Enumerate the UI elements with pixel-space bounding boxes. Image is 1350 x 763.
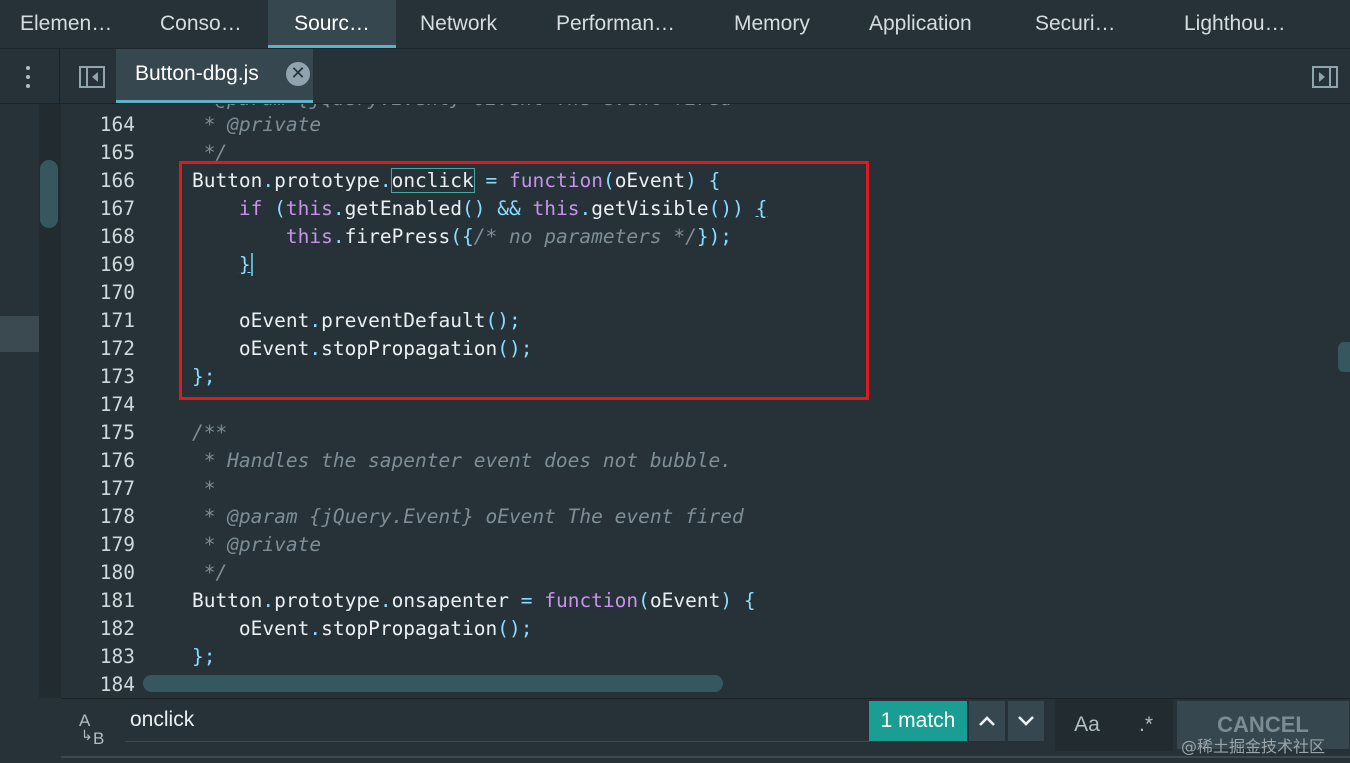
watermark: @稀土掘金技术社区 bbox=[1181, 737, 1326, 756]
line-number[interactable]: 182 bbox=[61, 615, 135, 643]
horizontal-scrollbar-thumb[interactable] bbox=[143, 675, 723, 692]
line-number[interactable]: 166 bbox=[61, 167, 135, 195]
line-number[interactable]: 174 bbox=[61, 391, 135, 419]
vertical-scrollbar-thumb[interactable] bbox=[1338, 342, 1350, 372]
tab-memory[interactable]: Memory bbox=[734, 0, 810, 48]
scrollbar-thumb[interactable] bbox=[40, 160, 58, 228]
code-line: }; bbox=[191, 645, 216, 668]
replace-toggle-icon[interactable]: A ↳ B bbox=[77, 709, 113, 748]
tab-application[interactable]: Application bbox=[869, 0, 972, 48]
match-count: 1 match bbox=[869, 701, 967, 741]
line-number[interactable]: 165 bbox=[61, 139, 135, 167]
line-number[interactable]: 172 bbox=[61, 335, 135, 363]
code-line: Button.prototype.onsapenter = function(o… bbox=[145, 589, 756, 612]
navigator-scrollbar bbox=[39, 104, 61, 698]
toggle-navigator-icon[interactable] bbox=[79, 66, 105, 88]
tab-network[interactable]: Network bbox=[420, 0, 497, 48]
code-line: * bbox=[145, 477, 216, 500]
line-number[interactable]: 169 bbox=[61, 251, 135, 279]
search-input-value: onclick bbox=[130, 708, 195, 731]
file-tab[interactable]: Button-dbg.js ✕ bbox=[116, 49, 313, 103]
regex-button[interactable]: .* bbox=[1119, 699, 1173, 751]
search-bar: A ↳ B onclick 1 match Aa .* CANCEL bbox=[61, 698, 1350, 763]
divider bbox=[59, 49, 60, 103]
line-number[interactable]: 170 bbox=[61, 279, 135, 307]
tab-security[interactable]: Securi… bbox=[1035, 0, 1116, 48]
highlight-box bbox=[179, 161, 869, 400]
code-line: * @private bbox=[145, 113, 322, 136]
line-number[interactable]: 178 bbox=[61, 503, 135, 531]
tab-sources[interactable]: Sourc… bbox=[268, 0, 396, 48]
code-line: * @param {jQuery.Event} oEvent The event… bbox=[145, 505, 744, 528]
code-line: /** bbox=[145, 421, 228, 444]
tab-console[interactable]: Conso… bbox=[160, 0, 242, 48]
line-number[interactable]: 168 bbox=[61, 223, 135, 251]
tab-lighthouse[interactable]: Lighthou… bbox=[1184, 0, 1286, 48]
close-icon[interactable]: ✕ bbox=[286, 62, 310, 86]
line-number[interactable]: 173 bbox=[61, 363, 135, 391]
code-line: */ bbox=[145, 561, 228, 584]
previous-match-button[interactable] bbox=[969, 701, 1005, 741]
line-number[interactable]: 181 bbox=[61, 587, 135, 615]
devtools-tab-bar: Elemen… Conso… Sourc… Network Performan…… bbox=[0, 0, 1350, 49]
selected-row[interactable] bbox=[0, 316, 39, 352]
line-number[interactable]: 180 bbox=[61, 559, 135, 587]
line-number[interactable]: 167 bbox=[61, 195, 135, 223]
navigator-pane bbox=[0, 104, 39, 698]
line-number[interactable]: 175 bbox=[61, 419, 135, 447]
line-number[interactable]: 179 bbox=[61, 531, 135, 559]
code-line: * Handles the sapenter event does not bu… bbox=[145, 449, 732, 472]
line-number[interactable]: 164 bbox=[61, 111, 135, 139]
tab-elements[interactable]: Elemen… bbox=[20, 0, 112, 48]
line-number[interactable]: 177 bbox=[61, 475, 135, 503]
search-input[interactable]: onclick bbox=[125, 701, 870, 742]
more-options-icon[interactable] bbox=[26, 66, 30, 93]
line-number-gutter: 164 165 166 167 168 169 170 171 172 173 … bbox=[61, 104, 145, 698]
next-match-button[interactable] bbox=[1008, 701, 1044, 741]
code-line: oEvent.stopPropagation(); bbox=[145, 617, 533, 640]
toggle-debugger-icon[interactable] bbox=[1312, 66, 1338, 88]
code-line: * @private bbox=[145, 533, 322, 556]
line-number[interactable]: 176 bbox=[61, 447, 135, 475]
line-number[interactable]: 184 bbox=[61, 671, 135, 699]
line-number[interactable]: 183 bbox=[61, 643, 135, 671]
match-case-button[interactable]: Aa bbox=[1055, 699, 1119, 751]
file-tab-name: Button-dbg.js bbox=[135, 62, 259, 85]
file-tab-bar: Button-dbg.js ✕ bbox=[0, 49, 1350, 104]
divider bbox=[61, 756, 1350, 758]
line-number[interactable]: 171 bbox=[61, 307, 135, 335]
tab-performance[interactable]: Performan… bbox=[556, 0, 675, 48]
